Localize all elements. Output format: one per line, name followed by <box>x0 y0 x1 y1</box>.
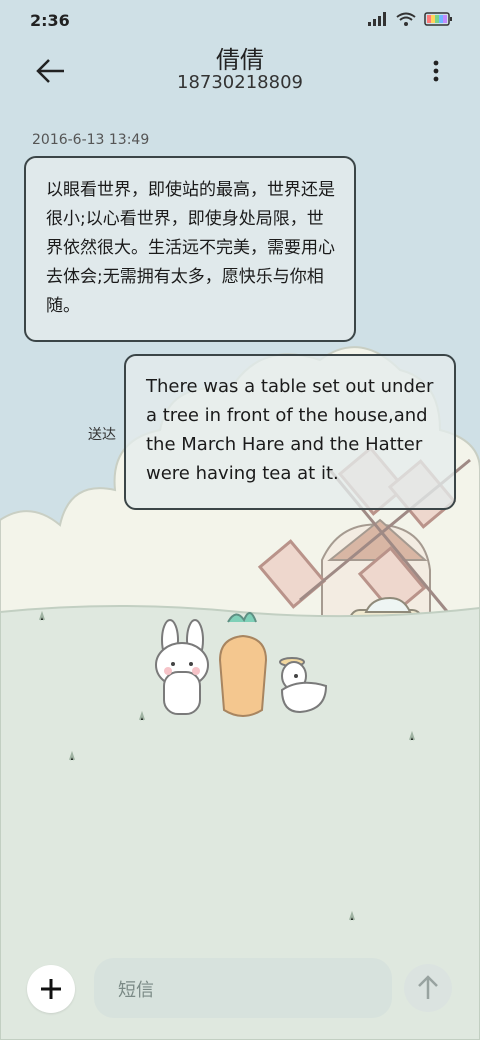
signal-icon <box>368 12 386 26</box>
incoming-message-bubble[interactable]: 以眼看世界，即使站的最高，世界还是很小;以心看世界，即使身处局限，世界依然很大。… <box>24 156 356 342</box>
incoming-message-text: 以眼看世界，即使站的最高，世界还是很小;以心看世界，即使身处局限，世界依然很大。… <box>46 180 335 316</box>
battery-icon <box>424 12 452 26</box>
status-time: 2:36 <box>30 11 70 30</box>
delivery-status: 送达 <box>88 427 116 443</box>
message-timestamp: 2016-6-13 13:49 <box>32 132 150 148</box>
plus-icon <box>41 979 61 999</box>
send-button[interactable] <box>404 964 452 1012</box>
outgoing-message-text: There was a table set out under a tree i… <box>146 376 434 484</box>
message-input-placeholder: 短信 <box>118 980 154 1001</box>
contact-phone: 18730218809 <box>177 72 303 93</box>
status-bar: 2:36 <box>0 0 480 40</box>
conversation-header: 倩倩 18730218809 <box>0 40 480 110</box>
contact-name: 倩倩 <box>216 46 264 74</box>
status-icons <box>368 12 452 26</box>
message-input[interactable]: 短信 <box>94 958 392 1018</box>
outgoing-message-bubble[interactable]: There was a table set out under a tree i… <box>124 354 456 510</box>
wifi-icon <box>396 12 416 26</box>
more-vertical-icon[interactable] <box>426 58 446 84</box>
arrow-up-icon <box>418 975 438 999</box>
attach-button[interactable] <box>27 965 75 1013</box>
